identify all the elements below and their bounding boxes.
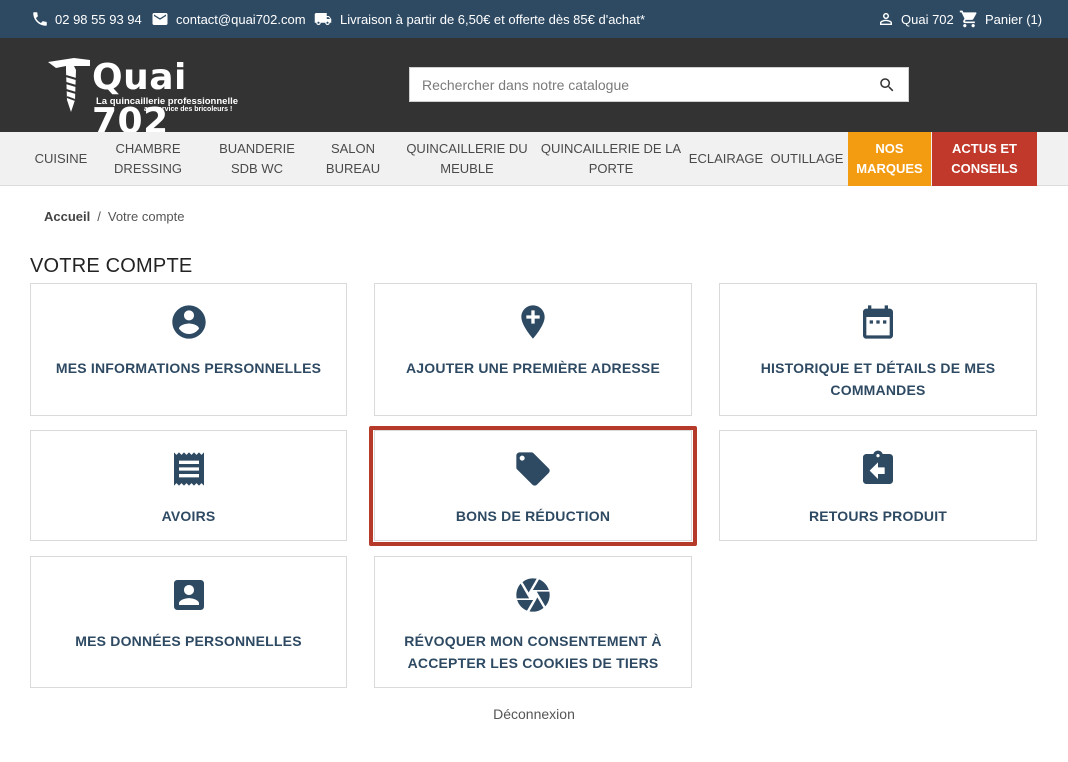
phone-contact[interactable]: 02 98 55 93 94 [31,0,142,38]
nav-item-cuisine[interactable]: CUISINE [28,132,94,186]
tile-label: HISTORIQUE ET DÉTAILS DE MES COMMANDES [760,360,996,398]
tile-order-history[interactable]: HISTORIQUE ET DÉTAILS DE MES COMMANDES [719,283,1037,416]
tile-personal-info[interactable]: MES INFORMATIONS PERSONNELLES [30,283,347,416]
nav-item-salon-bureau[interactable]: SALON BUREAU [318,132,388,186]
truck-icon [312,10,334,28]
calendar-icon [858,302,898,342]
email-contact[interactable]: contact@quai702.com [150,0,306,38]
tile-personal-data[interactable]: MES DONNÉES PERSONNELLES [30,556,347,688]
tile-product-returns[interactable]: RETOURS PRODUIT [719,430,1037,541]
nav-item-chambre-dressing[interactable]: CHAMBRE DRESSING [104,132,192,186]
search-input[interactable] [410,68,850,101]
tile-label: MES DONNÉES PERSONNELLES [75,633,302,649]
account-link[interactable]: Quai 702 [877,0,954,38]
email-icon [150,10,170,28]
tag-icon [513,449,553,489]
tile-label: RÉVOQUER MON CONSENTEMENT À ACCEPTER LES… [404,633,662,671]
nav-item-nos-marques[interactable]: NOS MARQUES [848,132,931,186]
tile-revoke-cookies[interactable]: RÉVOQUER MON CONSENTEMENT À ACCEPTER LES… [374,556,692,688]
breadcrumb-home[interactable]: Accueil [44,209,90,224]
cart-icon [959,9,979,29]
tile-vouchers[interactable]: BONS DE RÉDUCTION [374,430,692,541]
hammer-screw-logo-icon [48,58,90,112]
nav-item-eclairage[interactable]: ECLAIRAGE [688,132,764,186]
camera-shutter-icon [513,575,553,615]
breadcrumb-separator: / [97,209,101,224]
add-location-icon [513,302,553,342]
tile-label: AVOIRS [161,508,216,524]
site-header: Quai 702 La quincaillerie professionnell… [0,38,1068,142]
return-clipboard-icon [858,449,898,489]
nav-item-actus-conseils[interactable]: ACTUS ET CONSEILS [932,132,1037,186]
nav-item-outillage[interactable]: OUTILLAGE [768,132,846,186]
tile-label: AJOUTER UNE PREMIÈRE ADRESSE [405,360,660,376]
search-icon[interactable] [878,76,896,99]
shipping-text: Livraison à partir de 6,50€ et offerte d… [340,11,646,27]
nav-item-quincaillerie-porte[interactable]: QUINCAILLERIE DE LA PORTE [540,132,682,186]
shipping-info: Livraison à partir de 6,50€ et offerte d… [312,0,645,38]
logo-tagline-2: au service des bricoleurs ! [144,106,233,113]
user-icon [877,10,895,28]
cart-label: Panier (1) [985,11,1043,27]
cart-link[interactable]: Panier (1) [959,0,1042,38]
main-nav: CUISINE CHAMBRE DRESSING BUANDERIE SDB W… [0,132,1068,186]
phone-number: 02 98 55 93 94 [55,11,142,27]
tile-label: RETOURS PRODUIT [808,508,948,524]
logout-link[interactable]: Déconnexion [0,706,1068,722]
account-box-icon [169,575,209,615]
account-circle-icon [169,302,209,342]
site-logo[interactable]: Quai 702 La quincaillerie professionnell… [46,56,246,142]
breadcrumb-current: Votre compte [107,209,185,224]
account-label: Quai 702 [901,11,954,27]
top-bar: 02 98 55 93 94 contact@quai702.com Livra… [0,0,1068,38]
email-address: contact@quai702.com [176,11,306,27]
page-title: VOTRE COMPTE [30,255,193,277]
receipt-icon [169,449,209,489]
nav-item-buanderie[interactable]: BUANDERIE SDB WC [212,132,302,186]
tile-add-address[interactable]: AJOUTER UNE PREMIÈRE ADRESSE [374,283,692,416]
breadcrumb: Accueil / Votre compte [44,209,184,224]
nav-item-quincaillerie-meuble[interactable]: QUINCAILLERIE DU MEUBLE [402,132,532,186]
tile-credit-slips[interactable]: AVOIRS [30,430,347,541]
phone-icon [31,10,49,28]
logout-label[interactable]: Déconnexion [493,706,575,722]
tile-label: MES INFORMATIONS PERSONNELLES [55,360,322,376]
search-box [409,67,909,102]
tile-label: BONS DE RÉDUCTION [455,508,611,524]
